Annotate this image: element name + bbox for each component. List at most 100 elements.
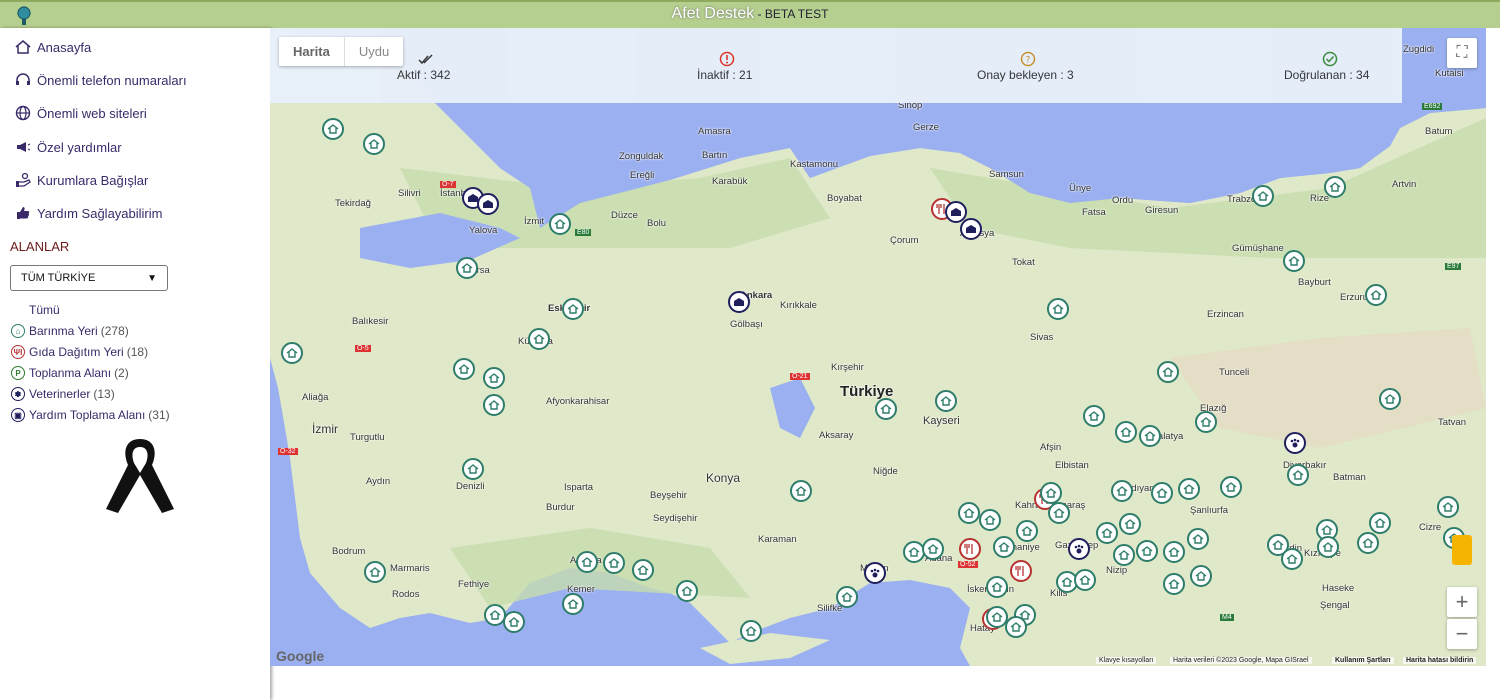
- shelter-marker[interactable]: [922, 538, 944, 560]
- shelter-marker[interactable]: [875, 398, 897, 420]
- shelter-marker[interactable]: [1324, 176, 1346, 198]
- collection-marker[interactable]: [960, 218, 982, 240]
- shelter-marker[interactable]: [1111, 480, 1133, 502]
- shelter-marker[interactable]: [1317, 536, 1339, 558]
- shelter-marker[interactable]: [993, 536, 1015, 558]
- shelter-marker[interactable]: [462, 458, 484, 480]
- region-select[interactable]: TÜM TÜRKİYE ▼: [10, 265, 168, 291]
- shelter-icon: [1156, 488, 1168, 498]
- nav-item-phone-numbers[interactable]: Önemli telefon numaraları: [14, 71, 187, 89]
- shelter-marker[interactable]: [1115, 421, 1137, 443]
- shelter-marker[interactable]: [1157, 361, 1179, 383]
- shelter-marker[interactable]: [836, 586, 858, 608]
- category-collection[interactable]: ▣ Yardım Toplama Alanı (31): [11, 408, 170, 422]
- category-assembly[interactable]: P Toplanma Alanı (2): [11, 366, 129, 380]
- shelter-marker[interactable]: [986, 576, 1008, 598]
- vet-marker[interactable]: [1068, 538, 1090, 560]
- nav-item-websites[interactable]: Önemli web siteleri: [14, 104, 147, 122]
- nav-item-can-help[interactable]: Yardım Sağlayabilirim: [14, 204, 162, 222]
- shelter-marker[interactable]: [603, 552, 625, 574]
- shelter-marker[interactable]: [549, 213, 571, 235]
- keyboard-shortcuts-link[interactable]: Klavye kısayolları: [1096, 657, 1157, 664]
- shelter-marker[interactable]: [676, 580, 698, 602]
- shelter-marker[interactable]: [1047, 298, 1069, 320]
- tab-map[interactable]: Harita: [279, 37, 345, 66]
- vet-marker[interactable]: [864, 562, 886, 584]
- shelter-marker[interactable]: [1096, 522, 1118, 544]
- shelter-marker[interactable]: [1139, 425, 1161, 447]
- shelter-marker[interactable]: [1074, 569, 1096, 591]
- shelter-marker[interactable]: [1195, 411, 1217, 433]
- nav-label: Yardım Sağlayabilirim: [37, 205, 163, 221]
- shelter-marker[interactable]: [483, 367, 505, 389]
- food-marker[interactable]: [959, 538, 981, 560]
- shelter-marker[interactable]: [562, 593, 584, 615]
- shelter-marker[interactable]: [528, 328, 550, 350]
- shelter-marker[interactable]: [979, 509, 1001, 531]
- nav-item-special-help[interactable]: Özel yardımlar: [14, 138, 122, 156]
- shelter-marker[interactable]: [1379, 388, 1401, 410]
- nav-item-donations[interactable]: Kurumlara Bağışlar: [14, 171, 148, 189]
- shelter-marker[interactable]: [1187, 528, 1209, 550]
- map[interactable]: Türkiye İstanbul Tekirdağ Silivri İzmit …: [270, 28, 1486, 666]
- shelter-marker[interactable]: [1357, 532, 1379, 554]
- shelter-marker[interactable]: [1136, 540, 1158, 562]
- shelter-marker[interactable]: [632, 559, 654, 581]
- shelter-marker[interactable]: [1252, 185, 1274, 207]
- shelter-marker[interactable]: [1178, 478, 1200, 500]
- shelter-marker[interactable]: [1437, 496, 1459, 518]
- city-label: Çorum: [890, 235, 919, 246]
- report-error-link[interactable]: Harita hatası bildirin: [1403, 657, 1477, 664]
- zoom-out-button[interactable]: −: [1447, 619, 1477, 649]
- category-all[interactable]: Tümü: [29, 303, 60, 317]
- shelter-marker[interactable]: [1365, 284, 1387, 306]
- category-label: Gıda Dağıtım Yeri: [29, 345, 124, 359]
- shelter-marker[interactable]: [456, 257, 478, 279]
- pegman-icon[interactable]: [1452, 535, 1472, 565]
- category-shelter[interactable]: ⌂ Barınma Yeri (278): [11, 324, 129, 338]
- shelter-marker[interactable]: [281, 342, 303, 364]
- shelter-marker[interactable]: [1083, 405, 1105, 427]
- shelter-marker[interactable]: [483, 394, 505, 416]
- shelter-marker[interactable]: [1163, 573, 1185, 595]
- fullscreen-button[interactable]: ⛶: [1447, 38, 1477, 68]
- shelter-marker[interactable]: [322, 118, 344, 140]
- shelter-marker[interactable]: [1113, 544, 1135, 566]
- category-food[interactable]: ΨΙ Gıda Dağıtım Yeri (18): [11, 345, 148, 359]
- shelter-marker[interactable]: [562, 298, 584, 320]
- shelter-marker[interactable]: [1220, 476, 1242, 498]
- collection-marker[interactable]: [477, 193, 499, 215]
- shelter-marker[interactable]: [1151, 482, 1173, 504]
- shelter-marker[interactable]: [453, 358, 475, 380]
- terms-link[interactable]: Kullanım Şartları: [1332, 657, 1394, 664]
- shelter-marker[interactable]: [1369, 512, 1391, 534]
- warehouse-icon: ▣: [11, 408, 25, 422]
- shelter-marker[interactable]: [1283, 250, 1305, 272]
- shelter-marker[interactable]: [790, 480, 812, 502]
- shelter-marker[interactable]: [1287, 464, 1309, 486]
- shelter-marker[interactable]: [1040, 482, 1062, 504]
- vet-marker[interactable]: [1284, 432, 1306, 454]
- shelter-marker[interactable]: [1281, 548, 1303, 570]
- shelter-marker[interactable]: [364, 561, 386, 583]
- tab-satellite[interactable]: Uydu: [345, 37, 403, 66]
- shelter-marker[interactable]: [935, 390, 957, 412]
- shelter-marker[interactable]: [1016, 520, 1038, 542]
- shelter-marker[interactable]: [1048, 502, 1070, 524]
- category-vets[interactable]: ✽ Veterinerler (13): [11, 387, 115, 401]
- collection-marker[interactable]: [728, 291, 750, 313]
- food-marker[interactable]: [1010, 560, 1032, 582]
- city-label: Balıkesir: [352, 316, 389, 327]
- shelter-marker[interactable]: [503, 611, 525, 633]
- nav-item-home[interactable]: Anasayfa: [14, 38, 91, 56]
- shelter-marker[interactable]: [1119, 513, 1141, 535]
- shelter-marker[interactable]: [576, 551, 598, 573]
- zoom-in-button[interactable]: +: [1447, 587, 1477, 617]
- city-label: Gölbaşı: [730, 319, 763, 330]
- shelter-marker[interactable]: [363, 133, 385, 155]
- shelter-marker[interactable]: [740, 620, 762, 642]
- shelter-marker[interactable]: [1190, 565, 1212, 587]
- shelter-marker[interactable]: [1005, 616, 1027, 638]
- shelter-marker[interactable]: [958, 502, 980, 524]
- shelter-marker[interactable]: [1163, 541, 1185, 563]
